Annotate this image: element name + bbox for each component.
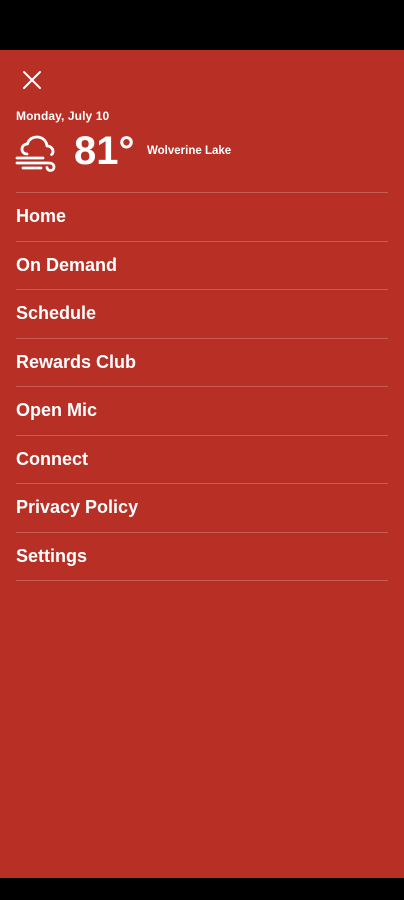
menu-item-privacy-policy[interactable]: Privacy Policy [16, 484, 388, 533]
weather-location: Wolverine Lake [147, 145, 232, 157]
drawer-menu: Home On Demand Schedule Rewards Club Ope… [16, 192, 388, 581]
system-navigation-bar [0, 878, 404, 900]
navigation-drawer: Monday, July 10 81° Wolverine Lake Home … [0, 50, 404, 878]
status-bar [0, 0, 404, 50]
close-icon [23, 71, 41, 89]
temperature: 81° [74, 129, 135, 173]
current-date: Monday, July 10 [16, 109, 110, 123]
close-button[interactable] [16, 64, 48, 96]
menu-item-settings[interactable]: Settings [16, 533, 388, 581]
menu-item-rewards-club[interactable]: Rewards Club [16, 339, 388, 387]
app-screen: Monday, July 10 81° Wolverine Lake Home … [0, 0, 404, 900]
menu-item-connect[interactable]: Connect [16, 436, 388, 484]
wind-cloud-icon [15, 135, 56, 172]
menu-item-schedule[interactable]: Schedule [16, 290, 388, 339]
menu-item-home[interactable]: Home [16, 193, 388, 242]
menu-item-open-mic[interactable]: Open Mic [16, 387, 388, 436]
menu-item-on-demand[interactable]: On Demand [16, 242, 388, 290]
